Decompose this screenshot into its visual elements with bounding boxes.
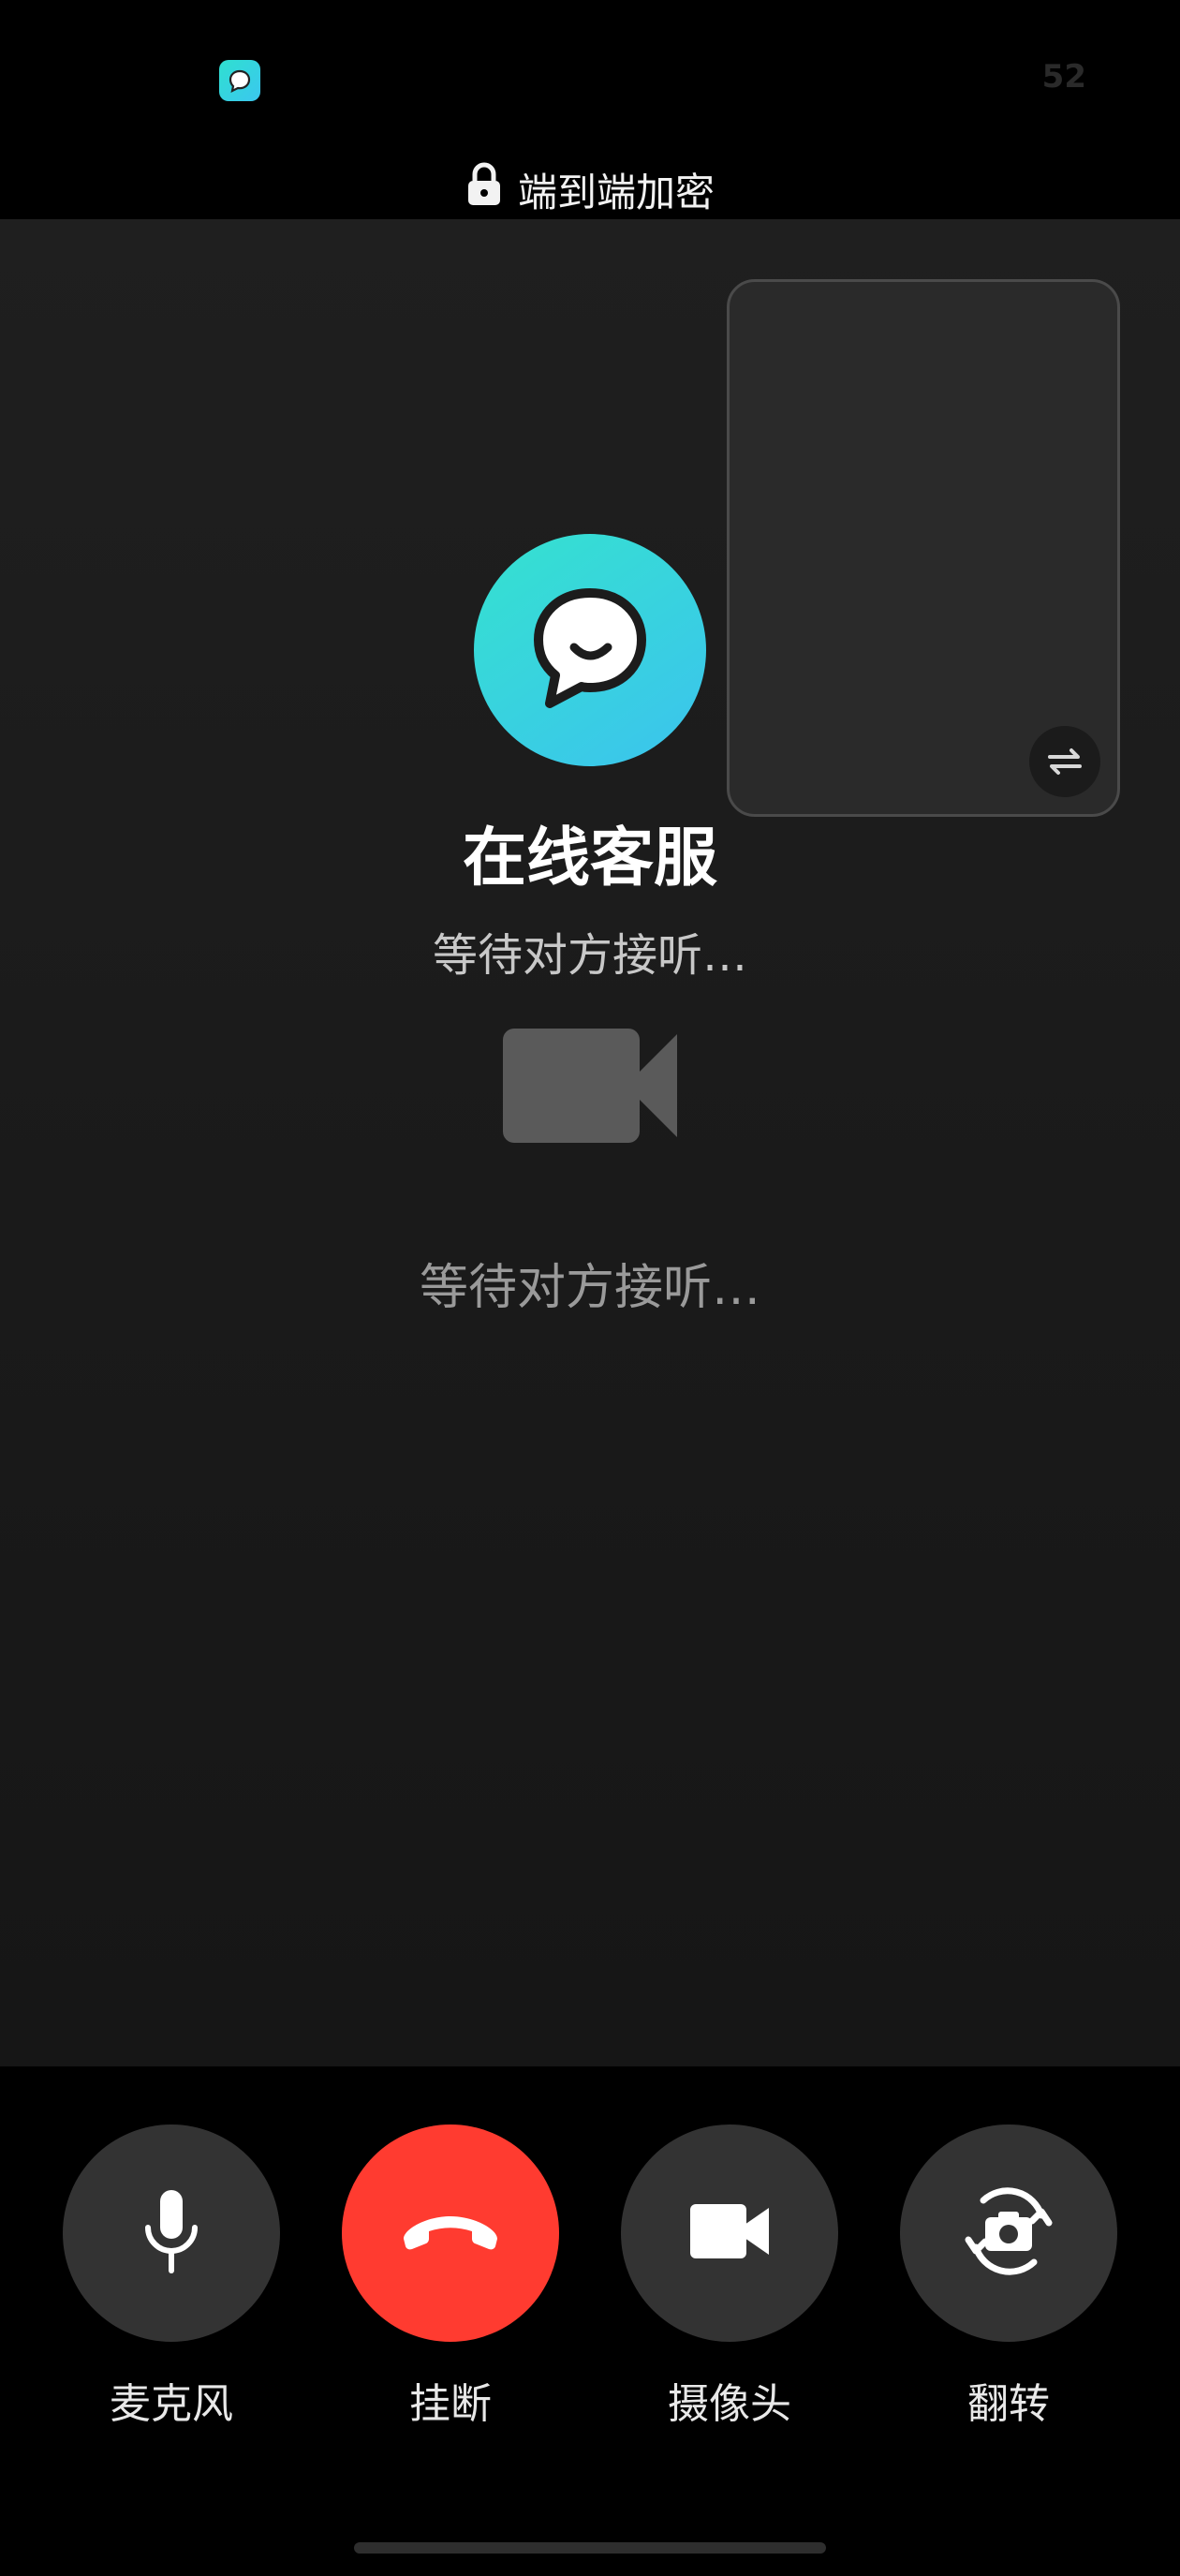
encryption-indicator: 端到端加密 <box>0 159 1180 219</box>
hang-up-control[interactable]: 挂断 <box>342 2124 559 2430</box>
call-status: 等待对方接听… <box>432 929 747 982</box>
encryption-label: 端到端加密 <box>517 169 715 215</box>
home-indicator[interactable] <box>354 2542 826 2554</box>
hang-up-button[interactable] <box>342 2124 559 2342</box>
flip-camera-icon <box>957 2180 1060 2287</box>
status-number: 52 <box>1041 58 1086 96</box>
hang-up-icon <box>398 2211 503 2256</box>
self-preview-window[interactable] <box>727 279 1120 817</box>
hang-up-label: 挂断 <box>409 2380 492 2428</box>
status-bar: 52 <box>0 0 1180 159</box>
camera-control[interactable]: 摄像头 <box>621 2124 838 2430</box>
microphone-button[interactable] <box>63 2124 280 2342</box>
call-controls: 麦克风 挂断 摄像头 翻转 <box>0 2066 1180 2576</box>
lock-icon <box>465 162 503 216</box>
chat-bubble-icon <box>219 60 260 101</box>
flip-label: 翻转 <box>967 2380 1050 2428</box>
flip-control[interactable]: 翻转 <box>900 2124 1117 2430</box>
camera-label: 摄像头 <box>668 2380 791 2428</box>
microphone-icon <box>139 2188 204 2278</box>
video-camera-icon <box>503 1029 677 1143</box>
chat-bubble-smile-icon <box>520 578 660 722</box>
contact-avatar <box>474 534 706 766</box>
swap-arrows-icon[interactable] <box>1029 726 1100 797</box>
microphone-label: 麦克风 <box>110 2380 233 2428</box>
video-status: 等待对方接听… <box>419 1260 760 1316</box>
video-camera-icon <box>690 2204 769 2262</box>
flip-button[interactable] <box>900 2124 1117 2342</box>
microphone-control[interactable]: 麦克风 <box>63 2124 280 2430</box>
contact-name: 在线客服 <box>462 822 717 896</box>
camera-button[interactable] <box>621 2124 838 2342</box>
